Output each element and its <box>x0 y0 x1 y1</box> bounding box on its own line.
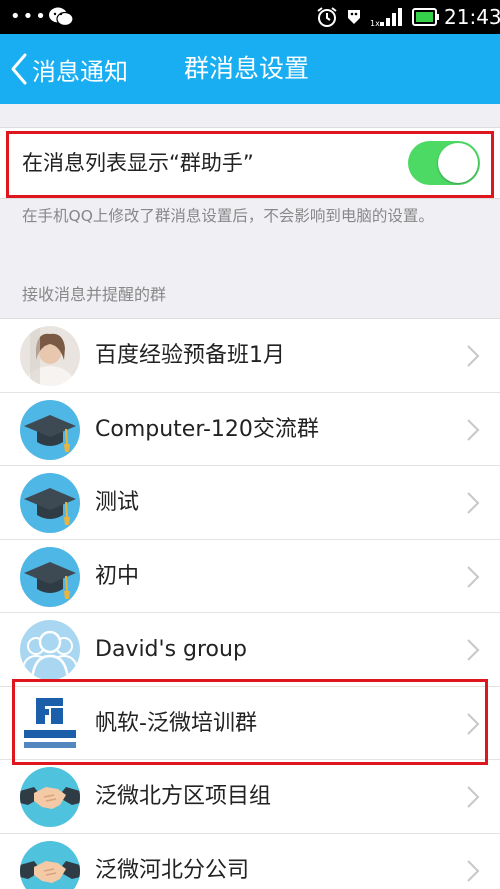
status-bar: ••• 1x 21:43 <box>0 0 500 34</box>
people-avatar <box>20 620 80 680</box>
chevron-left-icon <box>11 53 27 85</box>
chevron-right-icon <box>467 786 480 808</box>
svg-text:1x: 1x <box>370 19 380 28</box>
chevron-right-icon <box>467 639 480 661</box>
group-name: 初中 <box>95 563 140 589</box>
chevron-right-icon <box>467 492 480 514</box>
usb-debug-icon <box>348 10 360 24</box>
chevron-right-icon <box>467 565 480 588</box>
chevron-right-icon <box>467 345 480 367</box>
list-item[interactable]: 百度经验预备班1月 <box>0 319 500 393</box>
graduation-cap-avatar <box>20 399 80 460</box>
handshake-avatar <box>20 840 80 889</box>
list-item[interactable]: 测试 <box>0 466 500 540</box>
graduation-cap-avatar <box>20 473 80 533</box>
graduation-cap-avatar <box>20 546 80 607</box>
list-item[interactable]: 初中 <box>0 540 500 613</box>
section-title: 接收消息并提醒的群 <box>22 285 167 304</box>
list-item[interactable]: 泛微北方区项目组 <box>0 760 500 834</box>
chevron-right-icon <box>467 859 480 882</box>
group-name: 泛微河北分公司 <box>95 857 250 883</box>
back-button[interactable]: 消息通知 <box>8 34 128 104</box>
group-list: 百度经验预备班1月 Computer-120交流群 测试 初中 David's … <box>0 318 500 889</box>
group-name: 测试 <box>95 490 140 515</box>
list-item[interactable]: 帆软-泛微培训群 <box>0 687 500 760</box>
group-name: Computer-120交流群 <box>95 416 319 442</box>
status-dots: ••• <box>10 6 48 27</box>
chevron-right-icon <box>467 712 480 735</box>
signal-icon: 1x <box>370 8 402 28</box>
show-group-assistant-switch[interactable] <box>408 141 480 185</box>
alarm-icon <box>317 7 337 27</box>
handshake-avatar <box>20 767 80 827</box>
wechat-icon <box>49 7 74 27</box>
settings-hint: 在手机QQ上修改了群消息设置后，不会影响到电脑的设置。 <box>22 207 434 225</box>
nav-bar: 消息通知 群消息设置 <box>0 34 500 104</box>
back-label: 消息通知 <box>32 57 128 86</box>
group-name: 百度经验预备班1月 <box>95 343 285 368</box>
group-name: David's group <box>95 637 247 662</box>
finereport-logo-avatar <box>20 693 80 754</box>
photo-avatar <box>20 326 80 386</box>
show-group-assistant-label: 在消息列表显示“群助手” <box>22 151 254 175</box>
show-group-assistant-row: 在消息列表显示“群助手” <box>0 127 500 199</box>
group-name: 泛微北方区项目组 <box>95 784 272 809</box>
status-time: 21:43 <box>444 5 500 29</box>
group-name: 帆软-泛微培训群 <box>95 710 257 736</box>
chevron-right-icon <box>467 418 480 441</box>
switch-knob <box>438 143 478 183</box>
list-item[interactable]: Computer-120交流群 <box>0 393 500 466</box>
list-item[interactable]: 泛微河北分公司 <box>0 834 500 889</box>
page-title: 群消息设置 <box>184 54 310 83</box>
list-item[interactable]: David's group <box>0 613 500 687</box>
battery-icon <box>412 8 439 26</box>
